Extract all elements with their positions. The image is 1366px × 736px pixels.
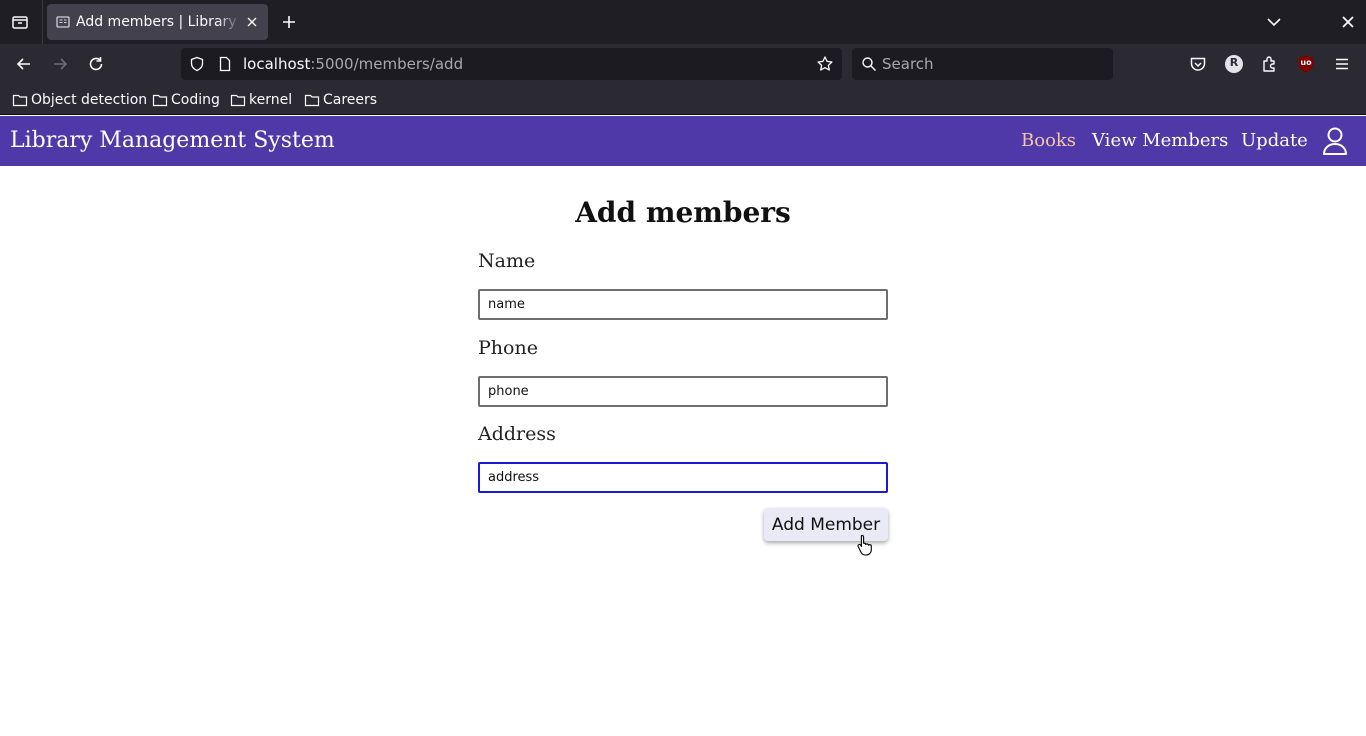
url-text: localhost:5000/members/add xyxy=(243,55,463,73)
profile-avatar[interactable]: R xyxy=(1224,54,1244,74)
bookmark-folder-careers[interactable]: Careers xyxy=(304,90,377,110)
back-icon[interactable] xyxy=(14,54,34,74)
tab-strip: Add members | Library Management System xyxy=(0,0,1366,44)
bookmark-label: Coding xyxy=(171,92,220,108)
close-window-icon[interactable] xyxy=(1338,12,1358,32)
nav-link-update[interactable]: Update xyxy=(1241,130,1308,151)
page-icon xyxy=(56,16,70,28)
name-input[interactable] xyxy=(478,289,888,320)
bookmark-star-icon[interactable] xyxy=(816,55,834,73)
ublock-badge: uo xyxy=(1300,58,1312,67)
brand-link[interactable]: Library Management System xyxy=(10,128,335,153)
url-path: :5000/members/add xyxy=(310,55,464,73)
bookmark-folder-object-detection[interactable]: Object detection xyxy=(12,90,147,110)
profile-initial: R xyxy=(1229,56,1239,69)
phone-label: Phone xyxy=(478,337,538,359)
hamburger-menu-icon[interactable] xyxy=(1332,54,1352,74)
address-input[interactable] xyxy=(478,462,888,493)
phone-input[interactable] xyxy=(478,376,888,407)
tab-strip-divider xyxy=(42,0,43,44)
tracking-protection-icon[interactable] xyxy=(189,56,205,72)
close-tab-icon[interactable] xyxy=(244,14,260,30)
page-title: Add members xyxy=(575,196,791,229)
bookmark-label: kernel xyxy=(249,92,293,108)
active-tab[interactable]: Add members | Library Management System xyxy=(47,4,268,40)
page-info-icon[interactable] xyxy=(217,56,233,72)
pocket-icon[interactable] xyxy=(1188,54,1208,74)
folder-icon xyxy=(12,94,28,107)
folder-icon xyxy=(152,94,168,107)
folder-icon xyxy=(304,94,320,107)
forward-icon[interactable] xyxy=(50,54,70,74)
extensions-icon[interactable] xyxy=(1260,54,1280,74)
bookmark-label: Careers xyxy=(323,92,378,108)
folder-icon xyxy=(230,94,246,107)
hand-pointer-cursor-icon xyxy=(857,534,872,556)
search-icon xyxy=(862,57,877,72)
bookmark-folder-coding[interactable]: Coding xyxy=(152,90,220,110)
url-host: localhost xyxy=(243,55,311,73)
address-label: Address xyxy=(478,423,556,445)
list-all-tabs-icon[interactable] xyxy=(10,12,30,32)
chevron-down-icon[interactable] xyxy=(1264,12,1284,32)
reload-icon[interactable] xyxy=(86,54,106,74)
new-tab-icon[interactable] xyxy=(279,12,299,32)
navigation-toolbar: localhost:5000/members/add Search R uo xyxy=(0,44,1366,84)
bookmark-folder-kernel[interactable]: kernel xyxy=(230,90,292,110)
bookmark-label: Object detection xyxy=(31,92,148,108)
ublock-origin-extension[interactable]: uo xyxy=(1296,54,1316,74)
address-bar[interactable]: localhost:5000/members/add xyxy=(181,48,842,80)
bookmarks-toolbar: Object detection Coding kernel Careers xyxy=(0,84,1366,115)
search-placeholder: Search xyxy=(882,55,934,73)
nav-link-books[interactable]: Books xyxy=(1021,130,1076,151)
search-bar[interactable]: Search xyxy=(852,48,1113,80)
app-navbar: Library Management System Books View Mem… xyxy=(0,116,1366,166)
user-icon[interactable] xyxy=(1322,126,1348,156)
tab-title: Add members | Library Management System xyxy=(76,14,241,30)
name-label: Name xyxy=(478,250,536,272)
nav-link-view-members[interactable]: View Members xyxy=(1092,130,1228,151)
